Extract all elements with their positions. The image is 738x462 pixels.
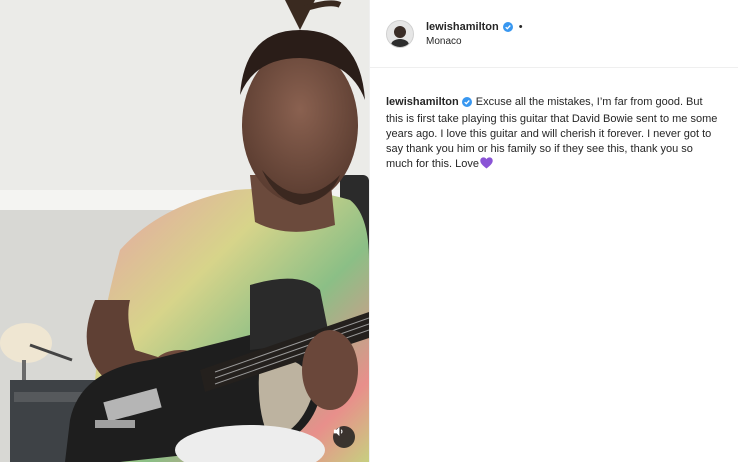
avatar[interactable]	[386, 19, 414, 48]
post-header: lewishamilton • Monaco	[370, 0, 738, 68]
verified-badge-icon	[502, 21, 513, 32]
caption-username-link[interactable]: lewishamilton	[386, 96, 459, 108]
avatar-image	[387, 20, 413, 47]
speaker-icon	[333, 426, 343, 437]
purple-heart-icon	[480, 157, 493, 174]
instagram-post: lewishamilton • Monaco lewishamilton Excu…	[0, 0, 738, 462]
post-caption: lewishamilton Excuse all the mistakes, I’…	[370, 68, 738, 174]
mute-toggle-button[interactable]	[333, 426, 355, 448]
video-frame-image	[0, 0, 369, 462]
username-link[interactable]: lewishamilton	[426, 21, 499, 33]
header-separator: •	[518, 20, 523, 33]
verified-badge-icon	[461, 97, 472, 112]
location-link[interactable]: Monaco	[426, 36, 523, 47]
post-sidebar: lewishamilton • Monaco lewishamilton Excu…	[369, 0, 738, 462]
post-video[interactable]	[0, 0, 369, 462]
header-text: lewishamilton • Monaco	[426, 21, 523, 47]
